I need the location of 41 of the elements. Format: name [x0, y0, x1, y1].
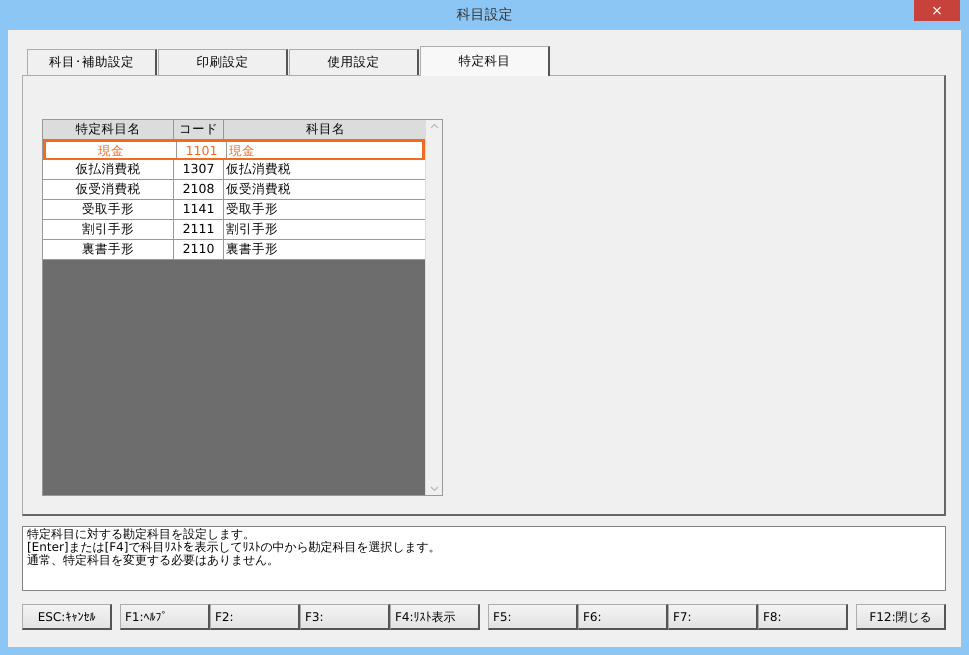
table-cell: 裏書手形 [43, 240, 174, 259]
message-line: 通常、特定科目を変更する必要はありません。 [27, 554, 280, 567]
table-cell-text: 裏書手形 [225, 240, 279, 258]
table-cell: 2108 [174, 180, 224, 199]
column-header: 科目名 [305, 120, 346, 138]
table-cell: 1141 [174, 200, 224, 219]
table-cell: 仮受消費税 [43, 180, 174, 199]
function-key-button[interactable]: F5: [488, 604, 578, 630]
table-cell: 受取手形 [43, 200, 174, 219]
message-line: 特定科目に対する勘定科目を設定します。 [27, 528, 256, 541]
table-cell: 割引手形 [43, 220, 174, 239]
table-cell-text: 受取手形 [225, 200, 279, 218]
tab[interactable]: 使用設定 [289, 49, 419, 75]
tab[interactable]: 特定科目 [420, 46, 550, 76]
table-cell: 現金 [46, 142, 177, 158]
function-key-button[interactable]: F2: [210, 604, 300, 630]
tab[interactable]: 科目･補助設定 [27, 49, 157, 75]
function-key-button[interactable]: F4:ﾘｽﾄ表示 [390, 604, 480, 630]
function-key-button[interactable]: ESC:ｷｬﾝｾﾙ [22, 604, 112, 630]
table-cell: 2111 [174, 220, 224, 239]
table-cell-text: 仮受消費税 [225, 180, 292, 198]
window-title: 科目設定 [456, 6, 512, 24]
scroll-down-icon[interactable] [430, 486, 438, 492]
tab[interactable]: 印刷設定 [158, 49, 288, 75]
table-cell: 1307 [174, 160, 224, 179]
function-key-button[interactable]: F6: [578, 604, 668, 630]
function-key-button[interactable]: F1:ﾍﾙﾌﾟ [120, 604, 210, 630]
message-line: [Enter]または[F4]で科目ﾘｽﾄを表示してﾘｽﾄの中から勘定科目を選択します。 [27, 541, 442, 554]
table-cell: 2110 [174, 240, 224, 259]
function-key-button[interactable]: F7: [668, 604, 758, 630]
table-cell: 1101 [177, 142, 227, 158]
scrollbar[interactable] [425, 120, 442, 495]
function-key-button[interactable]: F12:閉じる [856, 604, 946, 630]
table-cell-text: 仮払消費税 [225, 160, 292, 178]
table-cell: 仮払消費税 [43, 160, 174, 179]
table-cell-text: 現金 [228, 142, 256, 158]
scroll-up-icon[interactable] [430, 123, 438, 129]
function-key-button[interactable]: F8: [758, 604, 848, 630]
table-cell-text: 割引手形 [225, 220, 279, 238]
close-button[interactable]: × [914, 0, 960, 21]
function-key-button[interactable]: F3: [300, 604, 390, 630]
